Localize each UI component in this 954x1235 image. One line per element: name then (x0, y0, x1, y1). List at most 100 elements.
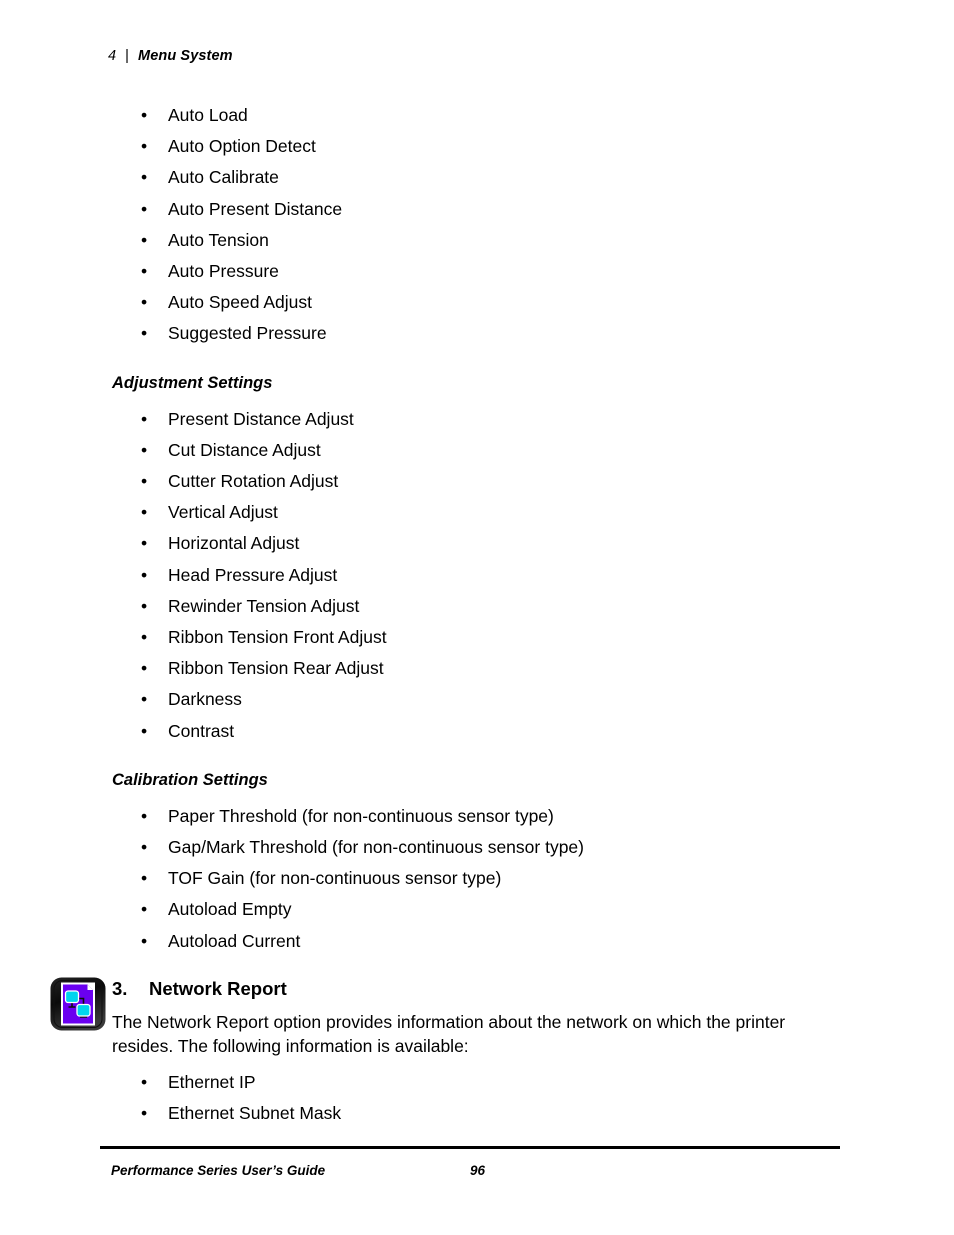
section-number: 3. (112, 977, 128, 999)
list-item-label: Autoload Empty (168, 899, 292, 920)
list-item: • Paper Threshold (for non-continuous sen… (112, 801, 852, 832)
list-item-label: Head Pressure Adjust (168, 564, 338, 585)
bullet-icon: • (141, 1103, 148, 1124)
list-item: • Auto Option Detect (112, 131, 852, 162)
bullet-icon: • (141, 868, 148, 889)
calibration-settings-heading: Calibration Settings (112, 770, 268, 789)
bullet-icon: • (141, 837, 148, 858)
list-item: • Gap/Mark Threshold (for non-continuous … (112, 832, 852, 863)
bullet-icon: • (141, 627, 148, 648)
list-item-label: Rewinder Tension Adjust (168, 595, 360, 616)
footer-page-number: 96 (470, 1163, 486, 1178)
network-report-list: • Ethernet IP • Ethernet Subnet Mask (112, 1067, 852, 1129)
list-item: • Auto Speed Adjust (112, 287, 852, 318)
list-item-label: Darkness (168, 689, 242, 710)
running-header: 4 | Menu System (108, 48, 233, 64)
list-item: • Ribbon Tension Rear Adjust (112, 653, 852, 684)
header-chapter-title: Menu System (138, 48, 233, 64)
list-item-label: Ribbon Tension Rear Adjust (168, 658, 384, 679)
list-item-label: Paper Threshold (for non-continuous sens… (168, 805, 554, 826)
header-separator: | (125, 48, 130, 64)
bullet-icon: • (141, 167, 148, 188)
network-report-heading: 3. Network Report (112, 977, 852, 1001)
bullet-icon: • (141, 930, 148, 951)
bullet-icon: • (141, 408, 148, 429)
list-item-label: TOF Gain (for non-continuous sensor type… (168, 868, 502, 889)
footer-document-title: Performance Series User’s Guide (111, 1163, 326, 1178)
list-item-label: Ethernet IP (168, 1071, 256, 1092)
bullet-icon: • (141, 899, 148, 920)
bullet-icon: • (141, 439, 148, 460)
bullet-icon: • (141, 595, 148, 616)
list-item-label: Ribbon Tension Front Adjust (168, 627, 387, 648)
list-item: • Ethernet Subnet Mask (112, 1098, 852, 1129)
list-item-label: Gap/Mark Threshold (for non-continuous s… (168, 837, 584, 858)
bullet-icon: • (141, 229, 148, 250)
list-item: • Autoload Empty (112, 894, 852, 925)
network-report-icon (50, 977, 106, 1031)
calibration-settings-list: • Paper Threshold (for non-continuous sen… (112, 801, 852, 957)
list-item: • Rewinder Tension Adjust (112, 591, 852, 622)
bullet-icon: • (141, 689, 148, 710)
bullet-icon: • (141, 533, 148, 554)
list-item: • Horizontal Adjust (112, 528, 852, 559)
footer-divider (100, 1146, 840, 1149)
bullet-icon: • (141, 105, 148, 125)
list-item: • Auto Calibrate (112, 162, 852, 193)
bullet-icon: • (141, 564, 148, 585)
list-item: • TOF Gain (for non-continuous sensor typ… (112, 863, 852, 894)
list-item-label: Auto Calibrate (168, 167, 279, 188)
list-item-label: Present Distance Adjust (168, 408, 354, 429)
header-chapter-number: 4 (108, 48, 117, 64)
bullet-icon: • (141, 1071, 148, 1092)
list-item-label: Auto Speed Adjust (168, 292, 312, 313)
list-item-label: Auto Option Detect (168, 136, 316, 157)
list-item: • Auto Tension (112, 225, 852, 256)
list-item: • Cutter Rotation Adjust (112, 466, 852, 497)
intro-bullet-list: • Auto Load • Auto Option Detect • Auto Cal… (112, 100, 852, 350)
list-item: • Auto Load (112, 100, 852, 131)
list-item: • Head Pressure Adjust (112, 560, 852, 591)
list-item: • Present Distance Adjust (112, 404, 852, 435)
bullet-icon: • (141, 658, 148, 679)
bullet-icon: • (141, 471, 148, 492)
list-item: • Contrast (112, 716, 852, 747)
bullet-icon: • (141, 136, 148, 157)
document-page: 4 | Menu System • Auto Load • Auto Option De… (0, 0, 954, 1235)
list-item-label: Auto Pressure (168, 261, 279, 282)
list-item-label: Auto Load (168, 105, 248, 125)
adjustment-settings-heading: Adjustment Settings (112, 373, 273, 392)
page-content: • Auto Load • Auto Option Detect • Auto Cal… (50, 100, 852, 1129)
section-title: Network Report (149, 977, 287, 999)
list-item: • Darkness (112, 684, 852, 715)
list-item-label: Horizontal Adjust (168, 533, 300, 554)
list-item: • Autoload Current (112, 926, 852, 957)
network-report-section: 3. Network Report The Network Report opti… (50, 977, 852, 1059)
bullet-icon: • (141, 805, 148, 826)
list-item-label: Suggested Pressure (168, 323, 327, 344)
list-item-label: Auto Present Distance (168, 198, 343, 219)
list-item-label: Cut Distance Adjust (168, 439, 321, 460)
adjustment-settings-list: • Present Distance Adjust • Cut Distance A… (112, 404, 852, 747)
bullet-icon: • (141, 261, 148, 282)
list-item: • Suggested Pressure (112, 318, 852, 349)
list-item: • Cut Distance Adjust (112, 435, 852, 466)
list-item: • Auto Present Distance (112, 194, 852, 225)
list-item-label: Vertical Adjust (168, 502, 278, 523)
bullet-icon: • (141, 292, 148, 313)
bullet-icon: • (141, 720, 148, 741)
list-item-label: Contrast (168, 720, 235, 741)
list-item: • Ethernet IP (112, 1067, 852, 1098)
network-report-paragraph: The Network Report option provides infor… (112, 1011, 786, 1057)
bullet-icon: • (141, 502, 148, 523)
bullet-icon: • (141, 198, 148, 219)
list-item: • Vertical Adjust (112, 497, 852, 528)
bullet-icon: • (141, 323, 148, 344)
list-item-label: Auto Tension (168, 229, 269, 250)
